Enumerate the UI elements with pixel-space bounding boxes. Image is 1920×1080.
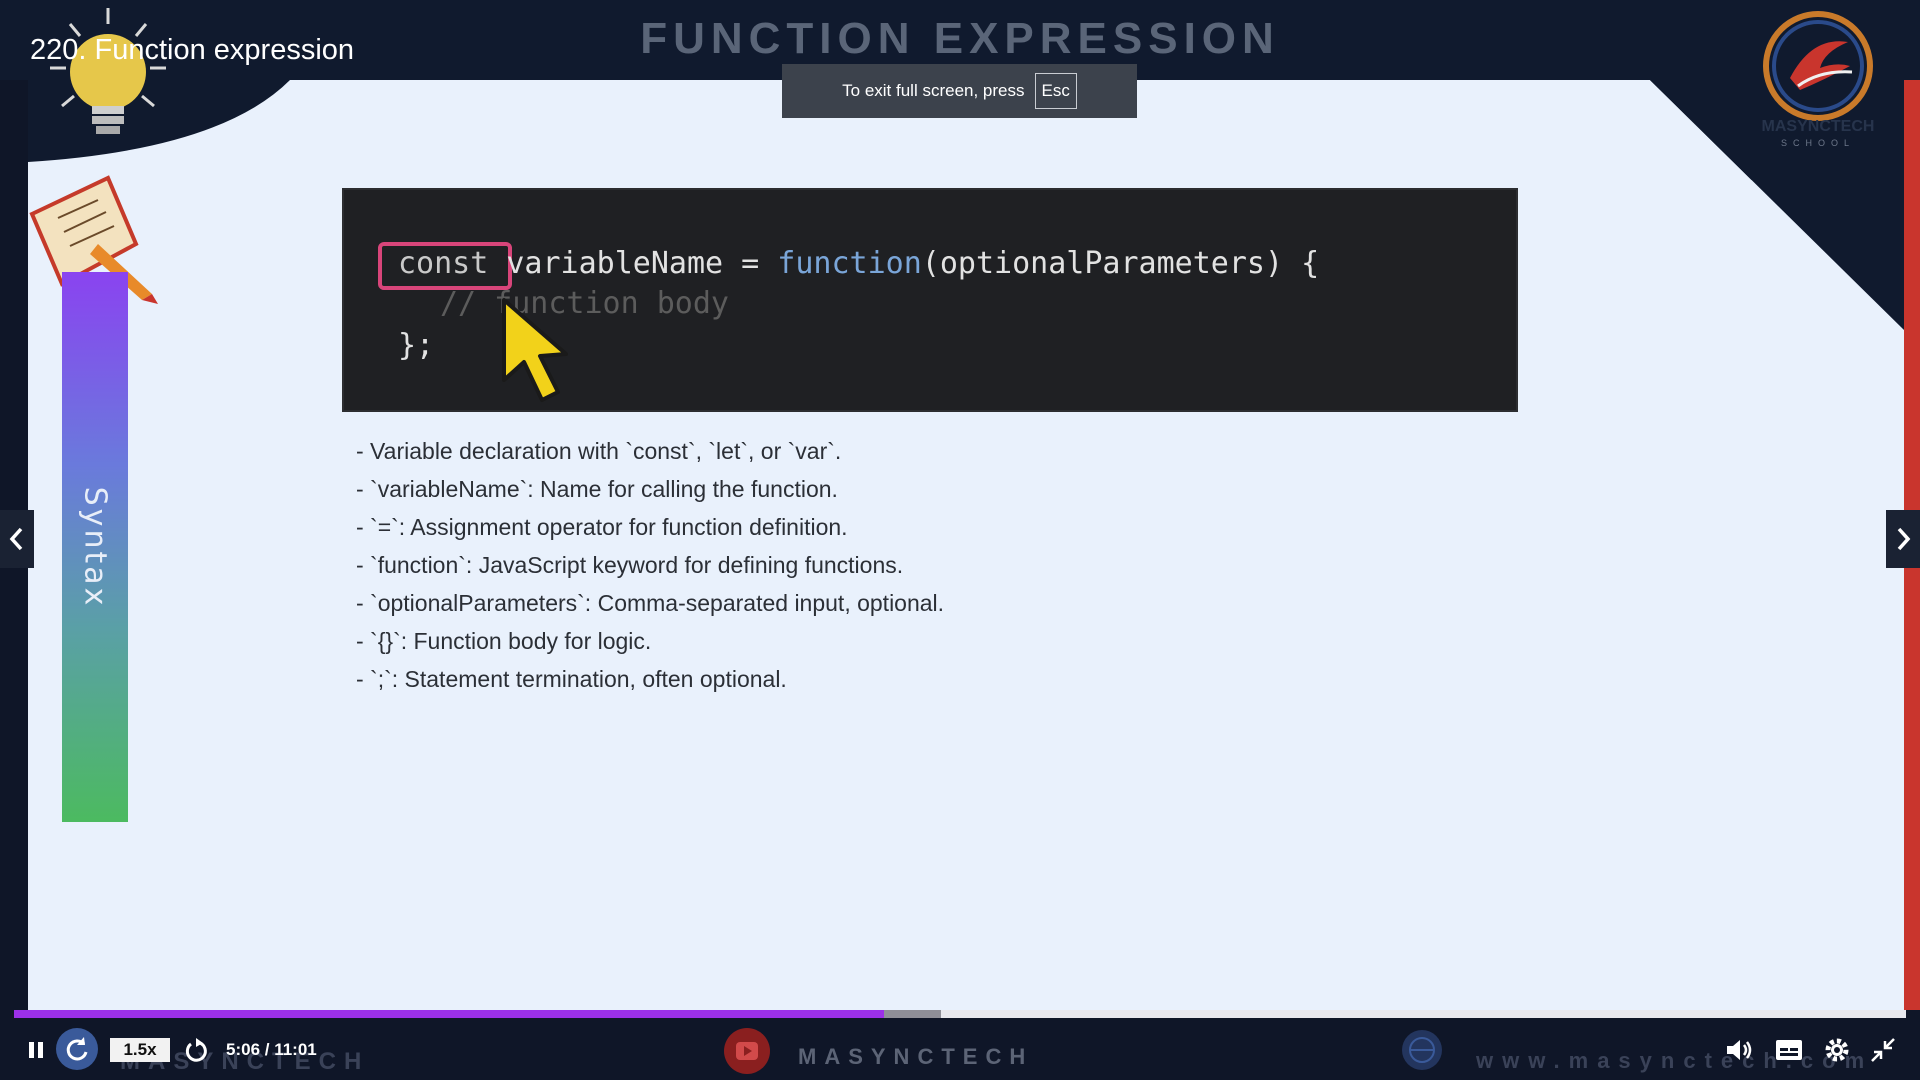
bullet-item: - `{}`: Function body for logic.: [356, 628, 652, 654]
captions-icon: [1776, 1040, 1802, 1060]
mouse-cursor-icon: [502, 298, 568, 402]
fullscreen-toast: To exit full screen, press Esc: [782, 64, 1137, 118]
watermark-center: MASYNCTECH: [798, 1044, 1034, 1069]
next-arrow-icon: [1897, 527, 1911, 551]
code-params: (optionalParameters) {: [921, 246, 1320, 281]
esc-key-badge: Esc: [1034, 73, 1077, 109]
watermark-globe-icon: [1402, 1030, 1442, 1070]
pause-icon: [29, 1042, 43, 1058]
syntax-label-text: Syntax: [77, 486, 113, 608]
playback-speed-button[interactable]: 1.5x: [110, 1038, 170, 1062]
code-variable-assign: variableName =: [488, 246, 778, 281]
logo-subtitle: SCHOOL: [1780, 138, 1855, 148]
previous-slide-button[interactable]: [0, 510, 34, 568]
code-line-3: };: [398, 328, 435, 363]
logo-name: MASYNCTECH: [1761, 118, 1875, 135]
exit-fullscreen-icon: [1871, 1038, 1895, 1062]
bullet-item: - `=`: Assignment operator for function …: [356, 514, 848, 540]
pause-button[interactable]: [24, 1036, 48, 1064]
captions-button[interactable]: [1774, 1036, 1804, 1064]
rewind-icon: [56, 1028, 98, 1070]
progress-played: [14, 1010, 884, 1018]
rewind-button[interactable]: [54, 1026, 100, 1072]
bullet-item: - Variable declaration with `const`, `le…: [356, 438, 842, 464]
bullet-item: - `optionalParameters`: Comma-separated …: [356, 590, 945, 616]
forward-button[interactable]: [182, 1036, 210, 1064]
forward-icon: [185, 1038, 207, 1062]
watermark-right: www.masynctech.com: [1476, 1048, 1874, 1073]
playback-time: 5:06 / 11:01: [226, 1040, 317, 1059]
bullet-item: - `;`: Statement termination, often opti…: [356, 666, 787, 692]
prev-arrow-icon: [9, 527, 23, 551]
syntax-label: Syntax: [62, 272, 128, 822]
player-controls: MASYNCTECH MASYNCTECH www.masynctech.com…: [0, 1024, 1920, 1080]
watermark-play-icon: [724, 1028, 770, 1074]
bullet-item: - `variableName`: Name for calling the f…: [356, 476, 838, 502]
bullet-item: - `function`: JavaScript keyword for def…: [356, 552, 904, 578]
code-keyword-const: const: [398, 246, 489, 281]
syntax-bullet-list: - Variable declaration with `const`, `le…: [356, 432, 944, 698]
next-slide-button[interactable]: [1886, 510, 1920, 568]
fullscreen-toast-message: To exit full screen, press: [842, 81, 1025, 100]
exit-fullscreen-button[interactable]: [1868, 1036, 1898, 1064]
volume-icon: [1727, 1040, 1752, 1060]
code-line-1: const variableName = function(optionalPa…: [398, 246, 1319, 281]
code-keyword-function: function: [777, 246, 922, 281]
settings-button[interactable]: [1822, 1036, 1852, 1064]
volume-button[interactable]: [1724, 1036, 1754, 1064]
slide-heading: FUNCTION EXPRESSION: [640, 14, 1280, 63]
settings-icon: [1825, 1038, 1849, 1062]
